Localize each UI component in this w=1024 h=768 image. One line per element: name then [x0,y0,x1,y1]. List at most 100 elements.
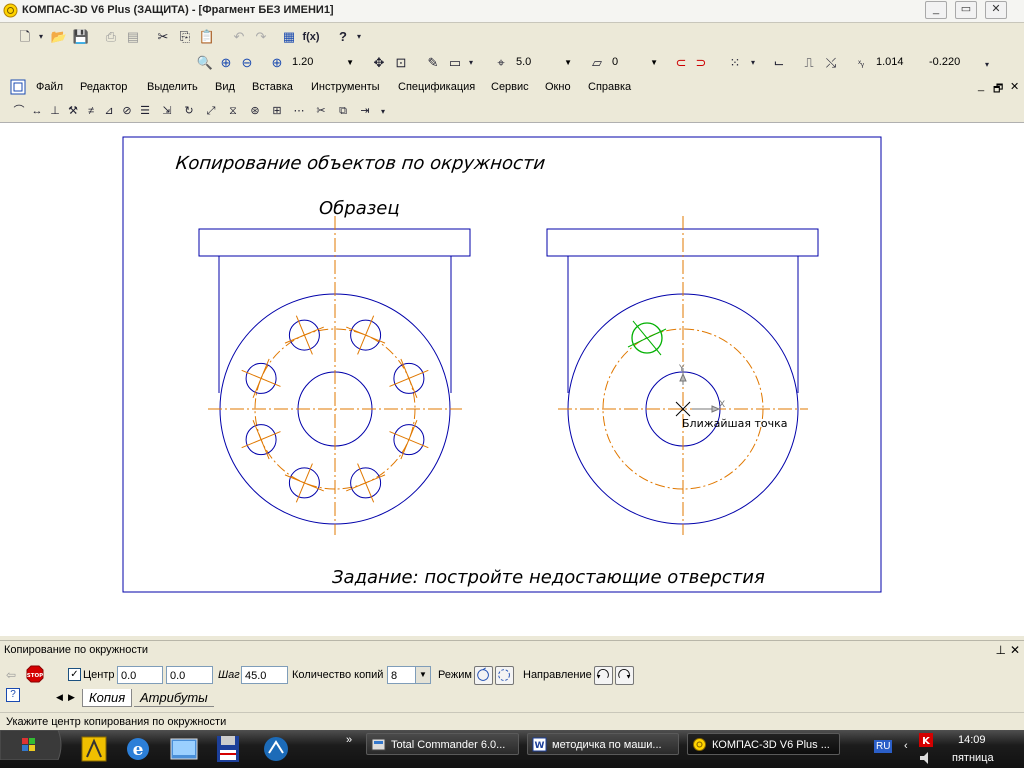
start-button[interactable] [0,730,64,760]
show-all-icon[interactable]: ⊡ [392,54,410,72]
menu-file[interactable]: Файл [36,81,63,93]
zoom-out-icon[interactable]: ⊖ [238,54,256,72]
direction-cw-icon[interactable] [615,666,634,685]
clock-time[interactable]: 14:09 [958,734,986,746]
break-icon[interactable]: ⧉ [334,102,352,120]
layers-icon[interactable]: ▱ [588,54,606,72]
help-icon[interactable]: ? [6,688,20,702]
pan-icon[interactable]: ✥ [370,54,388,72]
cut-icon[interactable]: ✂ [154,28,172,46]
tab-attributes[interactable]: Атрибуты [134,689,214,707]
select-icon[interactable]: ⊘ [118,102,136,120]
maximize-button[interactable]: ▭ [955,1,977,19]
redraw-icon[interactable]: ✎ [424,54,442,72]
show-desktop-icon[interactable] [168,733,200,765]
task-kompas[interactable]: КОМПАС-3D V6 Plus ... [687,733,840,755]
copy-circle-icon[interactable]: ⊛ [246,102,264,120]
calculator-icon[interactable]: ▦ [280,28,298,46]
panel-close-icon[interactable]: ✕ [1010,643,1020,657]
move-icon[interactable]: ⇲ [158,102,176,120]
task-word-document[interactable]: W методичка по маши... [527,733,679,755]
trim-icon[interactable]: ✂ [312,102,330,120]
drawing-canvas[interactable]: Копирование объектов по окружности Образ… [0,122,1024,636]
symmetry-icon[interactable]: ⧖ [224,102,242,120]
center-x-input[interactable]: 0.0 [117,666,163,684]
function-fx-icon[interactable]: f(x) [302,28,320,46]
deform-icon[interactable]: ⋯ [290,102,308,120]
display-dropdown-arrow-icon[interactable]: ▾ [462,54,480,72]
copy-icon[interactable]: ⎘ [176,28,194,46]
stop-icon[interactable]: STOP [26,665,44,683]
snap-magnet-icon[interactable]: ⊂ [672,54,690,72]
grid-icon[interactable]: ⁙ [726,54,744,72]
undo-icon[interactable]: ↶ [230,28,248,46]
tray-expand-icon[interactable]: ‹ [904,740,908,752]
rotate-icon[interactable]: ↻ [180,102,198,120]
mode-keep-icon[interactable] [474,666,493,685]
menu-insert[interactable]: Вставка [252,81,293,93]
zoom-window-icon[interactable]: 🔍 [196,54,214,72]
preview-icon[interactable]: ▤ [124,28,142,46]
help-dropdown-arrow-icon[interactable]: ▾ [350,28,368,46]
copy-array-icon[interactable]: ⊞ [268,102,286,120]
back-arrow-icon[interactable]: ⇦ [6,668,16,682]
current-layer-select[interactable]: 0 ▼ [608,54,660,71]
cursor-step-select[interactable]: 5.0 ▼ [512,54,574,71]
quicklaunch-overflow-icon[interactable]: » [346,734,352,746]
kompas-launch-icon[interactable] [260,733,292,765]
internet-explorer-icon[interactable]: e [122,733,154,765]
doc-minimize-button[interactable]: _ [978,80,984,92]
task-total-commander[interactable]: Total Commander 6.0... [366,733,519,755]
geometry-icon[interactable]: ⌒ [10,102,28,120]
specification-icon[interactable]: ☰ [136,102,154,120]
editing-overflow-arrow-icon[interactable]: ▾ [374,103,392,121]
menu-help[interactable]: Справка [588,81,631,93]
doc-close-button[interactable]: ✕ [1010,80,1019,93]
local-cs-icon[interactable]: ⌙ [770,54,788,72]
minimize-button[interactable]: _ [925,1,947,19]
ortho-mode-icon[interactable]: ⎍ [800,54,818,72]
zoom-scale-icon[interactable]: ⊕ [268,54,286,72]
print-icon[interactable]: ⎙ [102,28,120,46]
cursor-step-icon[interactable]: ⌖ [492,54,510,72]
volume-icon[interactable] [918,750,934,766]
menu-edit[interactable]: Редактор [80,81,127,93]
selected-hole[interactable] [627,320,667,356]
open-folder-icon[interactable]: 📂 [50,28,68,46]
tab-scroll-right-icon[interactable]: ▶ [68,692,75,703]
new-dropdown-arrow-icon[interactable]: ▾ [32,28,50,46]
extend-icon[interactable]: ⇥ [356,102,374,120]
toolbar-overflow-arrow-icon[interactable]: ▾ [978,56,996,74]
count-select[interactable]: 8 ▼ [387,666,431,684]
tab-copy[interactable]: Копия [82,689,133,707]
zoom-in-icon[interactable]: ⊕ [217,54,235,72]
document-fragment-icon[interactable] [10,79,26,95]
local-snap-icon[interactable]: ⊃ [692,54,710,72]
zoom-scale-select[interactable]: 1.20 ▼ [288,54,356,71]
menu-tools[interactable]: Инструменты [311,81,380,93]
center-checkbox[interactable]: ✓ [68,668,81,681]
pin-icon[interactable]: ⊥ [996,643,1006,657]
doc-restore-button[interactable]: 🗗 [993,80,1003,99]
editing-icon[interactable]: ⚒ [64,102,82,120]
close-button[interactable]: ✕ [985,1,1007,19]
parametric-mode-icon[interactable]: ⤯ [822,54,840,72]
notation-icon[interactable]: ⊥ [46,102,64,120]
menu-specification[interactable]: Спецификация [398,81,475,93]
dimensions-icon[interactable]: ↔ [28,102,46,120]
save-icon[interactable]: 💾 [72,28,90,46]
measure-icon[interactable]: ⊿ [100,102,118,120]
menu-view[interactable]: Вид [215,81,235,93]
mode-rotate-icon[interactable] [495,666,514,685]
antivirus-icon[interactable]: K [918,732,934,748]
menu-service[interactable]: Сервис [491,81,529,93]
total-commander-launch-icon[interactable] [78,733,110,765]
floppy-disk-icon[interactable] [212,733,244,765]
center-y-input[interactable]: 0.0 [166,666,213,684]
grid-dropdown-arrow-icon[interactable]: ▾ [744,54,762,72]
parametrization-icon[interactable]: ≠ [82,102,100,120]
menu-window[interactable]: Окно [545,81,571,93]
direction-ccw-icon[interactable] [594,666,613,685]
language-indicator[interactable]: RU [874,740,893,753]
tab-scroll-left-icon[interactable]: ◀ [56,692,63,703]
